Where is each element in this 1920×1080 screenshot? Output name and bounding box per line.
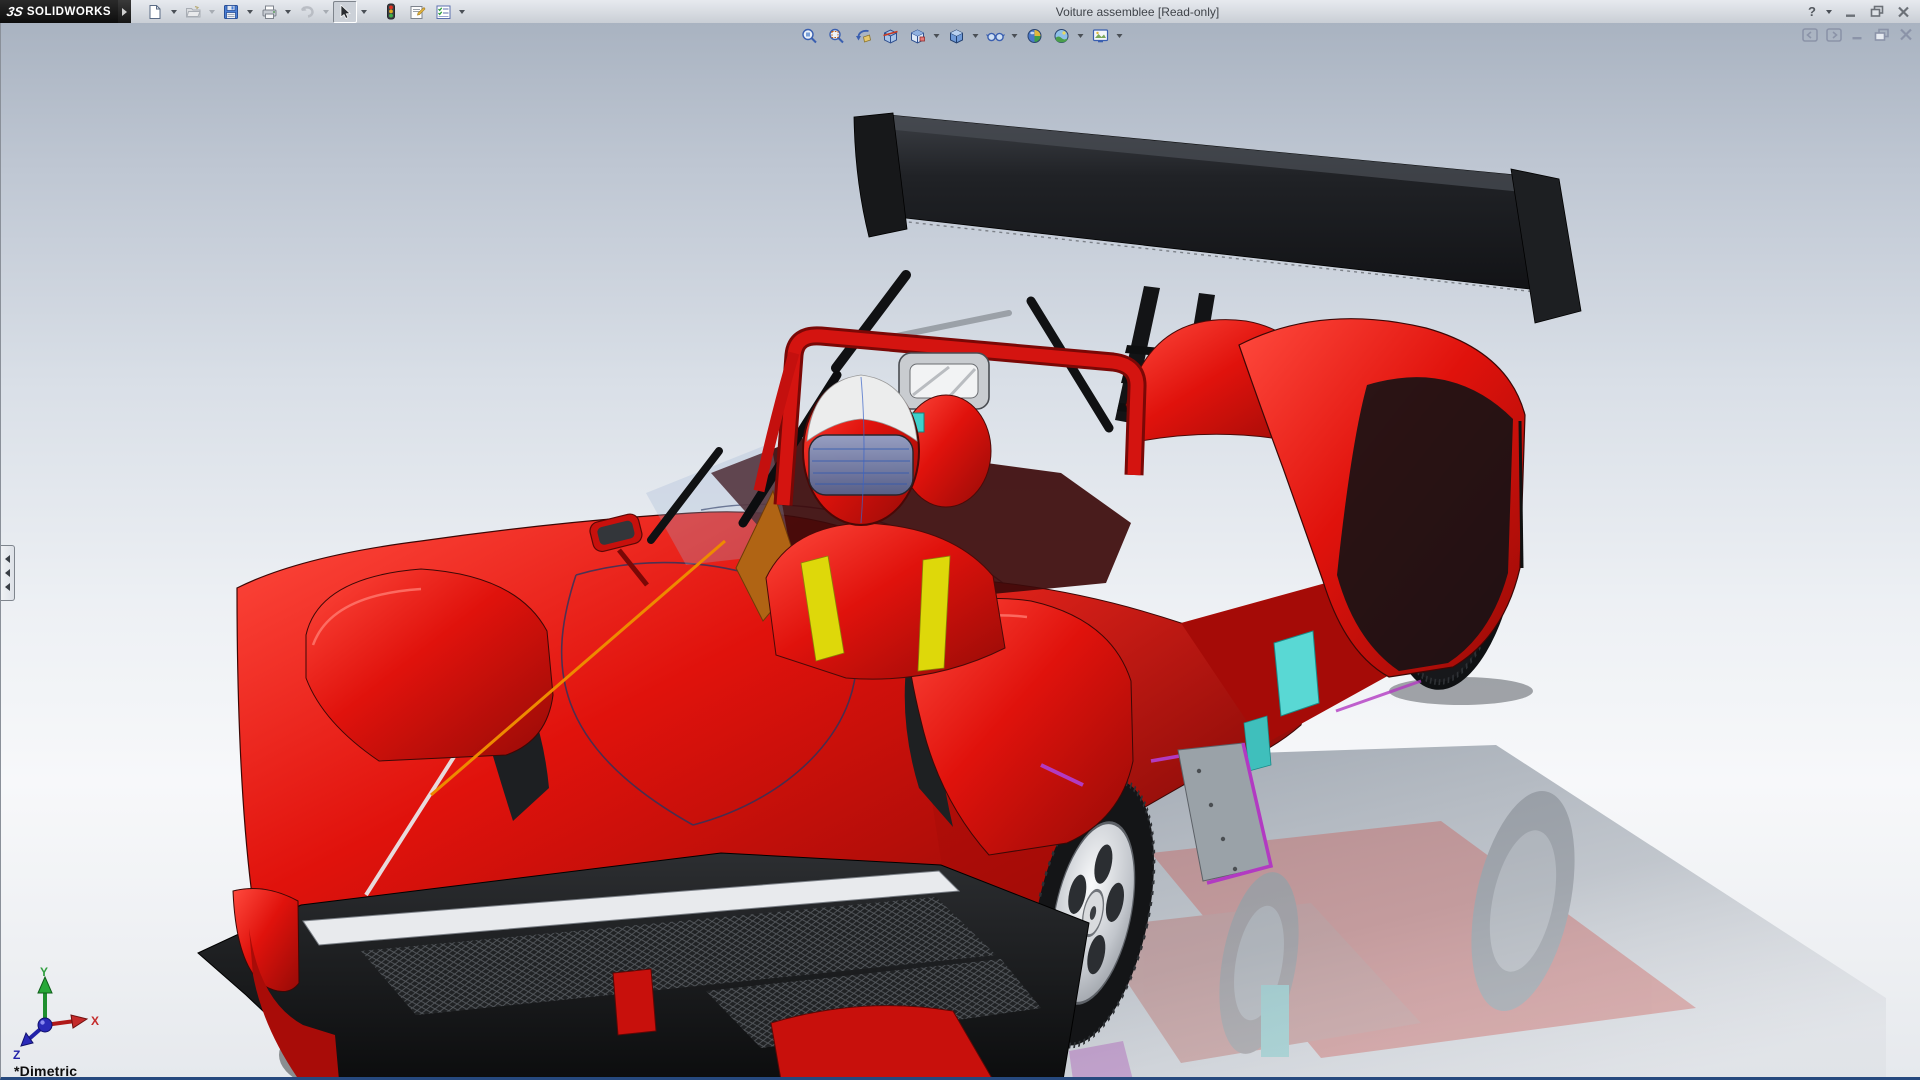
solidworks-logo: 3S SOLIDWORKS [0, 0, 118, 23]
display-style-button[interactable] [944, 26, 968, 46]
restore-button[interactable] [1868, 4, 1886, 20]
save-icon [223, 4, 239, 20]
help-dropdown[interactable] [1824, 2, 1834, 22]
view-settings-button[interactable] [1088, 26, 1112, 46]
undo-dropdown[interactable] [321, 2, 331, 22]
zoom-to-area-icon [827, 27, 845, 45]
heads-up-view-toolbar [797, 26, 1124, 46]
open-button[interactable] [181, 1, 205, 23]
window-controls: ? [1808, 2, 1912, 22]
previous-view-button[interactable] [851, 26, 875, 46]
restore-document-icon [1874, 28, 1890, 42]
close-button[interactable] [1894, 4, 1912, 20]
new-document-button[interactable] [143, 1, 167, 23]
triad-x-label: X [91, 1014, 99, 1028]
reference-triad: Y X Z [7, 967, 107, 1067]
view-orientation-button[interactable] [905, 26, 929, 46]
hide-show-items-button[interactable] [983, 26, 1007, 46]
undo-button[interactable] [295, 1, 319, 23]
open-folder-icon [185, 4, 202, 20]
note-edit-icon [409, 4, 426, 20]
ds-logo-mark: 3S [5, 4, 24, 19]
document-window-controls [1801, 27, 1914, 42]
new-document-dropdown[interactable] [169, 2, 179, 22]
triad-y-label: Y [40, 967, 48, 979]
open-dropdown[interactable] [207, 2, 217, 22]
display-style-icon [947, 27, 965, 45]
collapse-left-pane-button[interactable] [1801, 27, 1818, 42]
print-icon [261, 4, 278, 20]
hide-show-items-dropdown[interactable] [1010, 26, 1019, 46]
flyout-arrow-icon [122, 8, 127, 16]
section-view-button[interactable] [878, 26, 902, 46]
help-button[interactable]: ? [1808, 4, 1816, 19]
close-document-button[interactable] [1897, 27, 1914, 42]
expand-right-pane-icon [1826, 28, 1842, 42]
options-dropdown[interactable] [457, 2, 467, 22]
view-orientation-label: *Dimetric [14, 1063, 77, 1079]
collapse-arrow-icon [5, 555, 10, 563]
hide-show-items-icon [985, 27, 1005, 45]
print-dropdown[interactable] [283, 2, 293, 22]
minimize-icon [1845, 6, 1858, 18]
apply-scene-dropdown[interactable] [1076, 26, 1085, 46]
apply-scene-icon [1052, 27, 1070, 45]
previous-view-icon [854, 27, 872, 45]
options-checklist-icon [435, 4, 452, 20]
close-icon [1897, 6, 1910, 18]
edit-appearance-icon [1025, 27, 1043, 45]
close-document-icon [1899, 28, 1913, 41]
print-button[interactable] [257, 1, 281, 23]
solidworks-logo-text: SOLIDWORKS [27, 6, 111, 18]
menu-flyout-arrow[interactable] [118, 0, 131, 23]
view-settings-dropdown[interactable] [1115, 26, 1124, 46]
save-button[interactable] [219, 1, 243, 23]
select-tool-dropdown[interactable] [359, 2, 369, 22]
apply-scene-button[interactable] [1049, 26, 1073, 46]
zoom-to-fit-icon [800, 27, 818, 45]
triad-z-label: Z [13, 1048, 20, 1062]
zoom-to-fit-button[interactable] [797, 26, 821, 46]
standard-toolbar [143, 1, 467, 23]
feature-manager-splitter-tab[interactable] [1, 545, 15, 601]
document-title: Voiture assemblee [Read-only] [467, 4, 1808, 19]
save-dropdown[interactable] [245, 2, 255, 22]
file-properties-button[interactable] [405, 1, 429, 23]
graphics-area[interactable]: Y X Z *Dimetric [0, 23, 1920, 1080]
undo-icon [298, 4, 316, 20]
title-bar: 3S SOLIDWORKS [0, 0, 1920, 24]
traffic-light-icon [385, 3, 397, 20]
collapse-arrow-icon [5, 583, 10, 591]
minimize-button[interactable] [1842, 4, 1860, 20]
restore-icon [1870, 5, 1885, 18]
view-settings-icon [1091, 27, 1109, 45]
solidworks-window: 3S SOLIDWORKS [0, 0, 1920, 1080]
model-render-race-car [1, 23, 1920, 1080]
options-button[interactable] [431, 1, 455, 23]
minimize-document-icon [1851, 28, 1865, 41]
select-cursor-icon [338, 4, 352, 20]
minimize-document-button[interactable] [1849, 27, 1866, 42]
display-style-dropdown[interactable] [971, 26, 980, 46]
zoom-to-area-button[interactable] [824, 26, 848, 46]
section-view-icon [881, 27, 899, 45]
new-document-icon [147, 4, 163, 20]
restore-document-button[interactable] [1873, 27, 1890, 42]
expand-right-pane-button[interactable] [1825, 27, 1842, 42]
edit-appearance-button[interactable] [1022, 26, 1046, 46]
view-orientation-dropdown[interactable] [932, 26, 941, 46]
collapse-left-pane-icon [1802, 28, 1818, 42]
select-tool-button[interactable] [333, 1, 357, 23]
rebuild-button[interactable] [379, 1, 403, 23]
collapse-arrow-icon [5, 569, 10, 577]
view-orientation-icon [908, 27, 926, 45]
